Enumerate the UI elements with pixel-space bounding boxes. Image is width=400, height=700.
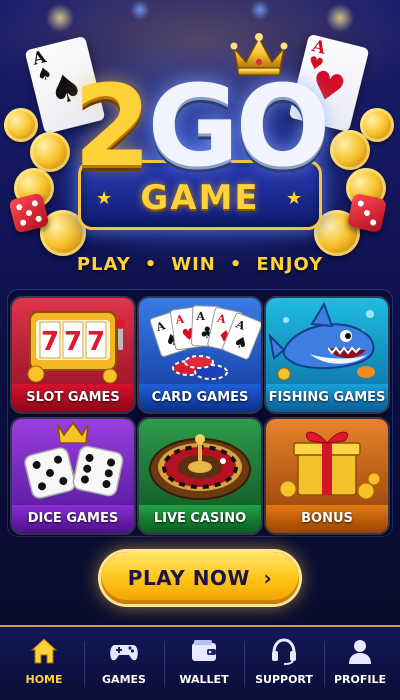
tagline-win: WIN — [171, 254, 216, 275]
slot-reel-2: 7 — [64, 327, 82, 357]
game-category-grid: 7 7 7 SLOT GAMES A ♠ A ♥ A ♣ A ♦ A ♠ CAR… — [8, 290, 392, 536]
bottom-nav: HOME GAMES WALLET SUPPORT PROFILE — [0, 625, 400, 700]
playing-cards-icon: A♠ A♥ A♣ A♦ A♠ — [149, 305, 261, 380]
nav-item-wallet[interactable]: WALLET — [164, 627, 244, 700]
die-icon — [346, 192, 388, 234]
fishing-games-label: FISHING GAMES — [266, 384, 388, 412]
tagline-separator: • — [229, 254, 243, 275]
slot-games-tile[interactable]: 7 7 7 SLOT GAMES — [12, 298, 134, 412]
dice-games-label: DICE GAMES — [12, 505, 134, 533]
logo-number: 2 — [73, 62, 151, 192]
dice-games-tile[interactable]: DICE GAMES — [12, 419, 134, 533]
shark-icon — [268, 301, 375, 381]
home-icon — [30, 638, 58, 664]
nav-label-wallet: WALLET — [179, 673, 229, 686]
slot-reel-1: 7 — [41, 327, 59, 357]
headset-icon — [272, 638, 296, 665]
nav-item-profile[interactable]: PROFILE — [320, 627, 400, 700]
tagline: PLAY • WIN • ENJOY — [0, 250, 400, 280]
nav-item-support[interactable]: SUPPORT — [244, 627, 324, 700]
gift-box-icon — [279, 431, 381, 500]
slot-reel-3: 7 — [87, 327, 105, 357]
nav-label-games: GAMES — [102, 673, 146, 686]
nav-label-home: HOME — [25, 673, 63, 686]
live-casino-tile[interactable]: LIVE CASINO — [139, 419, 261, 533]
roulette-icon — [149, 434, 251, 500]
bonus-tile[interactable]: BONUS — [266, 419, 388, 533]
svg-text:A: A — [195, 310, 205, 323]
chevron-right-icon: › — [263, 566, 273, 590]
tagline-separator: • — [144, 254, 158, 275]
live-casino-label: LIVE CASINO — [139, 505, 261, 533]
app-screen: A ♠ ♠ A ♥ ♥ 2GO ★ GAME ★ PLAY • WIN • EN… — [0, 0, 400, 700]
app-logo: 2GO — [50, 62, 350, 192]
tagline-play: PLAY — [76, 254, 131, 275]
play-now-label: PLAY NOW — [127, 566, 250, 590]
gamepad-icon — [110, 645, 138, 661]
coin-icon — [4, 108, 38, 142]
card-games-tile[interactable]: A ♠ A ♥ A ♣ A ♦ A ♠ CARD GAMES — [139, 298, 261, 412]
star-icon: ★ — [286, 188, 303, 209]
dice-icon — [24, 421, 124, 499]
bonus-label: BONUS — [266, 505, 388, 533]
card-games-label: CARD GAMES — [139, 384, 261, 412]
hero-banner: A ♠ ♠ A ♥ ♥ 2GO ★ GAME ★ PLAY • WIN • EN… — [0, 0, 400, 290]
logo-word: GO — [147, 62, 330, 192]
slot-machine-icon: 7 7 7 — [27, 311, 126, 384]
user-icon — [349, 640, 371, 664]
tagline-enjoy: ENJOY — [256, 254, 324, 275]
nav-label-profile: PROFILE — [333, 673, 386, 686]
play-now-button[interactable]: PLAY NOW › — [101, 552, 299, 604]
nav-label-support: SUPPORT — [255, 673, 313, 686]
nav-item-home[interactable]: HOME — [4, 627, 84, 700]
crown-icon — [230, 33, 288, 76]
nav-item-games[interactable]: GAMES — [84, 627, 164, 700]
fishing-games-tile[interactable]: FISHING GAMES — [266, 298, 388, 412]
wallet-icon — [192, 640, 216, 661]
slot-games-label: SLOT GAMES — [12, 384, 134, 412]
